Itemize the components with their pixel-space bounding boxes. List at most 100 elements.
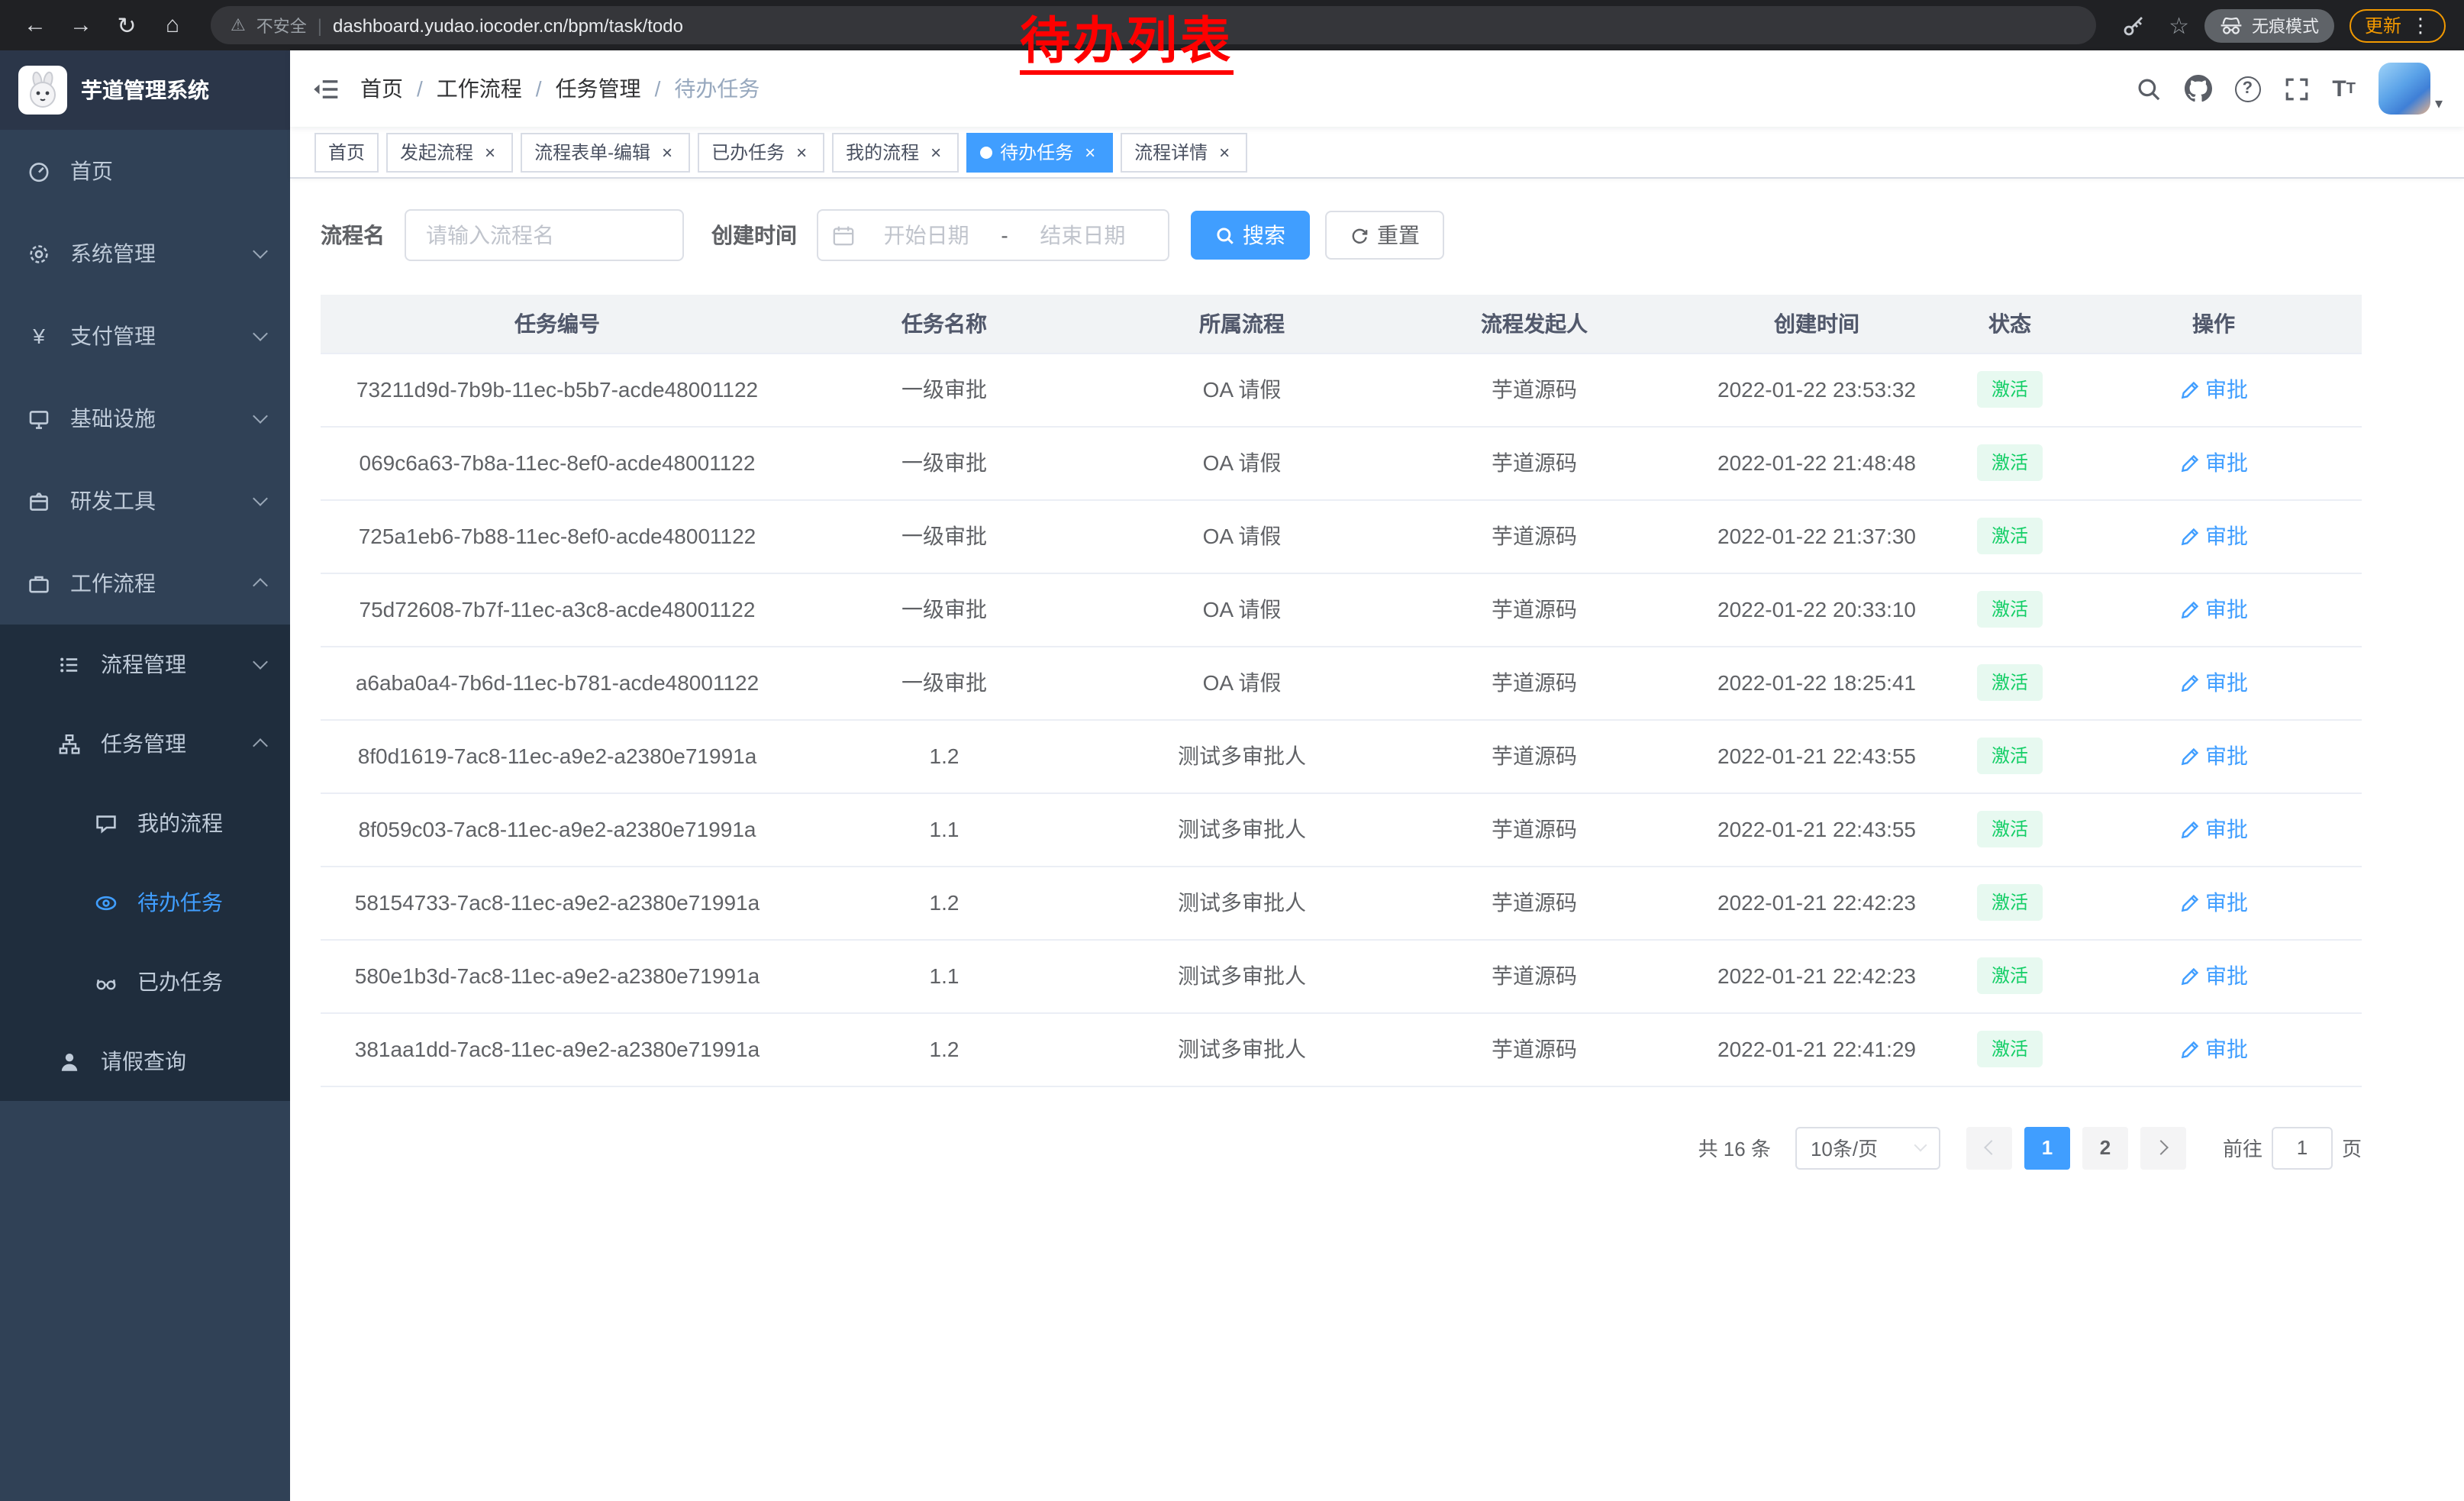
goto-page-input[interactable] [2272, 1126, 2333, 1169]
close-icon[interactable]: × [792, 143, 811, 161]
edit-icon [2179, 893, 2199, 912]
chevron-up-icon [253, 578, 268, 593]
tab-home[interactable]: 首页 [314, 132, 379, 172]
user-menu[interactable]: ▾ [2379, 63, 2443, 115]
table-row: 73211d9d-7b9b-11ec-b5b7-acde48001122 一级审… [321, 353, 2362, 426]
table-row: 725a1eb6-7b88-11ec-8ef0-acde48001122 一级审… [321, 499, 2362, 573]
incognito-badge: 无痕模式 [2204, 8, 2334, 42]
chevron-down-icon [253, 408, 268, 424]
page-button-1[interactable]: 1 [2024, 1126, 2070, 1169]
date-range-picker[interactable]: 开始日期 - 结束日期 [817, 209, 1169, 261]
sidebar-fold-button[interactable] [313, 76, 339, 102]
incognito-label: 无痕模式 [2252, 13, 2319, 37]
sidebar-item-home[interactable]: 首页 [0, 130, 290, 212]
glasses-icon [95, 970, 118, 993]
sidebar: 芋道管理系统 首页 系统管理 ¥ [0, 50, 290, 1501]
status-badge: 激活 [1978, 811, 2042, 847]
goto-label: 前往 [2223, 1133, 2262, 1162]
status-badge: 激活 [1978, 371, 2042, 408]
page-size-select[interactable]: 10条/页 [1795, 1126, 1940, 1169]
table-row: 8f059c03-7ac8-11ec-a9e2-a2380e71991a 1.1… [321, 792, 2362, 866]
briefcase-icon [27, 572, 50, 595]
table-header-row: 任务编号 任务名称 所属流程 流程发起人 创建时间 状态 操作 [321, 295, 2362, 353]
approve-link[interactable]: 审批 [2179, 521, 2248, 551]
process-name-label: 流程名 [321, 220, 385, 250]
breadcrumb-home[interactable]: 首页 [360, 73, 403, 104]
security-label[interactable]: 不安全 [256, 13, 307, 37]
app-title: 芋道管理系统 [81, 75, 209, 105]
approve-link[interactable]: 审批 [2179, 887, 2248, 918]
tags-view-bar: 首页 发起流程 × 流程表单-编辑 × 已办任务 × 我的流程 × [290, 127, 2464, 179]
update-label: 更新 [2365, 12, 2401, 38]
sidebar-item-task-mgmt[interactable]: 任务管理 [0, 704, 290, 783]
sidebar-menu: 首页 系统管理 ¥ 支付管理 [0, 130, 290, 1101]
approve-link[interactable]: 审批 [2179, 667, 2248, 698]
tab-form-edit[interactable]: 流程表单-编辑 × [521, 132, 690, 172]
tab-process-detail[interactable]: 流程详情 × [1121, 132, 1247, 172]
browser-home-button[interactable]: ⌂ [153, 5, 192, 45]
approve-link[interactable]: 审批 [2179, 960, 2248, 991]
tab-done-tasks[interactable]: 已办任务 × [698, 132, 824, 172]
browser-back-button[interactable]: ← [15, 5, 55, 45]
sidebar-item-workflow[interactable]: 工作流程 [0, 542, 290, 625]
edit-icon [2179, 966, 2199, 986]
refresh-icon [1350, 225, 1369, 245]
sidebar-item-devtools[interactable]: 研发工具 [0, 460, 290, 542]
bookmark-star-icon[interactable]: ☆ [2169, 11, 2189, 39]
reset-button[interactable]: 重置 [1325, 211, 1444, 260]
font-size-icon[interactable]: TT [2332, 76, 2356, 102]
tab-my-process[interactable]: 我的流程 × [832, 132, 959, 172]
github-icon[interactable] [2184, 75, 2211, 102]
approve-link[interactable]: 审批 [2179, 814, 2248, 844]
browser-reload-button[interactable]: ↻ [107, 5, 147, 45]
sidebar-item-my-process[interactable]: 我的流程 [0, 783, 290, 863]
app-logo-row[interactable]: 芋道管理系统 [0, 50, 290, 130]
annotation-todo-list: 待办列表 [1020, 14, 1234, 75]
page-url[interactable]: dashboard.yudao.iocoder.cn/bpm/task/todo [333, 15, 683, 36]
help-icon[interactable]: ? [2234, 76, 2260, 102]
close-icon[interactable]: × [658, 143, 676, 161]
approve-link[interactable]: 审批 [2179, 741, 2248, 771]
sidebar-item-leave-query[interactable]: 请假查询 [0, 1022, 290, 1101]
close-icon[interactable]: × [1215, 143, 1234, 161]
process-name-input[interactable] [405, 209, 684, 261]
todo-task-page: 流程名 创建时间 开始日期 - 结束日期 [290, 179, 2362, 1169]
sidebar-item-infra[interactable]: 基础设施 [0, 377, 290, 460]
search-icon[interactable] [2135, 76, 2161, 102]
navbar-actions: ? TT ▾ [2135, 63, 2464, 115]
approve-link[interactable]: 审批 [2179, 1034, 2248, 1064]
sidebar-item-process-mgmt[interactable]: 流程管理 [0, 625, 290, 704]
fullscreen-icon[interactable] [2283, 76, 2309, 102]
sidebar-item-payment[interactable]: ¥ 支付管理 [0, 295, 290, 377]
breadcrumb-workflow[interactable]: 工作流程 [437, 73, 522, 104]
tab-todo-tasks[interactable]: 待办任务 × [966, 132, 1113, 172]
approve-link[interactable]: 审批 [2179, 594, 2248, 625]
tab-start-process[interactable]: 发起流程 × [386, 132, 513, 172]
close-icon[interactable]: × [481, 143, 499, 161]
end-date-placeholder: 结束日期 [1011, 220, 1154, 250]
col-created: 创建时间 [1679, 295, 1954, 353]
edit-icon [2179, 379, 2199, 399]
sidebar-item-done-tasks[interactable]: 已办任务 [0, 942, 290, 1022]
status-badge: 激活 [1978, 591, 2042, 628]
sidebar-item-todo-tasks[interactable]: 待办任务 [0, 863, 290, 942]
browser-update-menu-button[interactable]: 更新 ⋮ [2350, 8, 2446, 42]
page-button-2[interactable]: 2 [2082, 1126, 2128, 1169]
edit-icon [2179, 746, 2199, 766]
approve-link[interactable]: 审批 [2179, 374, 2248, 405]
password-key-icon[interactable] [2114, 5, 2153, 45]
chrome-actions: ☆ 无痕模式 更新 ⋮ [2114, 5, 2449, 45]
avatar[interactable] [2379, 63, 2430, 115]
search-button[interactable]: 搜索 [1191, 211, 1310, 260]
sidebar-item-system[interactable]: 系统管理 [0, 212, 290, 295]
approve-link[interactable]: 审批 [2179, 447, 2248, 478]
close-icon[interactable]: × [1081, 143, 1099, 161]
prev-page-button[interactable] [1966, 1126, 2012, 1169]
browser-forward-button[interactable]: → [61, 5, 101, 45]
breadcrumb-task-mgmt[interactable]: 任务管理 [556, 73, 641, 104]
close-icon[interactable]: × [927, 143, 945, 161]
search-icon [1215, 225, 1235, 245]
next-page-button[interactable] [2140, 1126, 2186, 1169]
yen-icon: ¥ [27, 324, 50, 348]
pagination-total: 共 16 条 [1698, 1133, 1771, 1162]
